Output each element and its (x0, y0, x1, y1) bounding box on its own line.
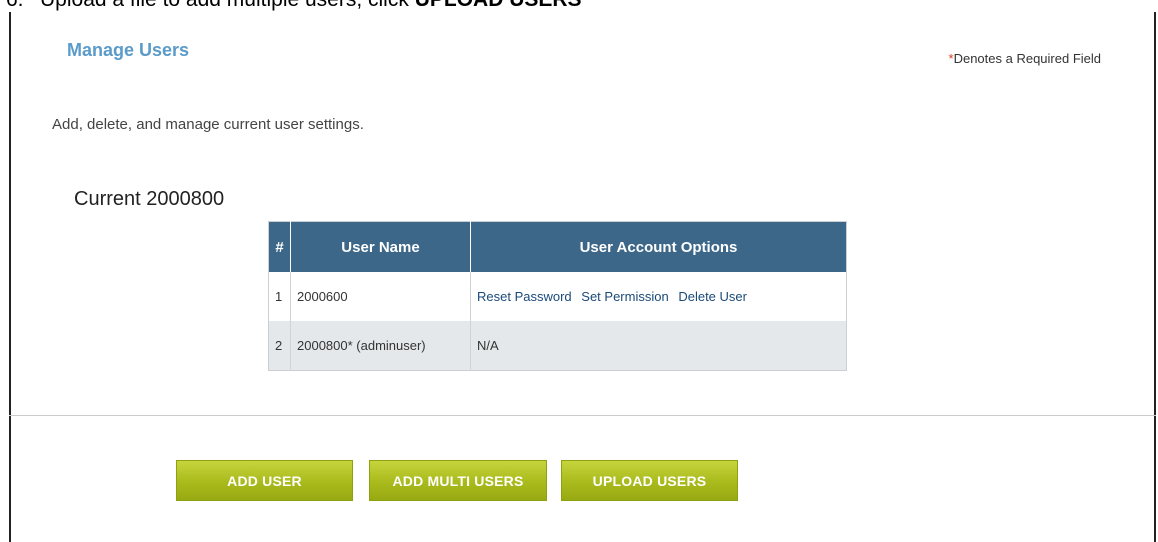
step-number: 6. (0, 0, 40, 12)
required-text: Denotes a Required Field (953, 51, 1101, 66)
add-user-button[interactable]: ADD USER (176, 460, 353, 501)
instruction-text: 6.Upload a file to add multiple users, c… (0, 0, 1158, 12)
table-row: 2 2000800* (adminuser) N/A (268, 321, 847, 371)
page-description: Add, delete, and manage current user set… (52, 116, 364, 133)
table-header-row: # User Name User Account Options (268, 221, 847, 272)
instruction-bold: UPLOAD USERS (415, 0, 582, 11)
row-number: 2 (268, 321, 291, 371)
row-options: Reset Password Set Permission Delete Use… (470, 272, 847, 321)
row-options: N/A (470, 321, 847, 371)
required-field-note: *Denotes a Required Field (949, 51, 1101, 66)
section-divider (9, 415, 1156, 416)
row-number: 1 (268, 272, 291, 321)
delete-user-link[interactable]: Delete User (678, 289, 747, 304)
table-row: 1 2000600 Reset Password Set Permission … (268, 272, 847, 321)
set-permission-link[interactable]: Set Permission (581, 289, 668, 304)
page-title: Manage Users (67, 40, 190, 60)
column-header-number: # (268, 221, 291, 272)
instruction-body: Upload a file to add multiple users, cli… (40, 0, 415, 11)
row-username: 2000600 (290, 272, 471, 321)
users-table: # User Name User Account Options 1 20006… (268, 221, 847, 371)
reset-password-link[interactable]: Reset Password (477, 289, 572, 304)
upload-users-button[interactable]: UPLOAD USERS (561, 460, 738, 501)
column-header-username: User Name (290, 221, 471, 272)
row-username: 2000800* (adminuser) (290, 321, 471, 371)
add-multi-users-button[interactable]: ADD MULTI USERS (369, 460, 547, 501)
column-header-options: User Account Options (470, 221, 847, 272)
current-user-label: Current 2000800 (74, 188, 225, 210)
